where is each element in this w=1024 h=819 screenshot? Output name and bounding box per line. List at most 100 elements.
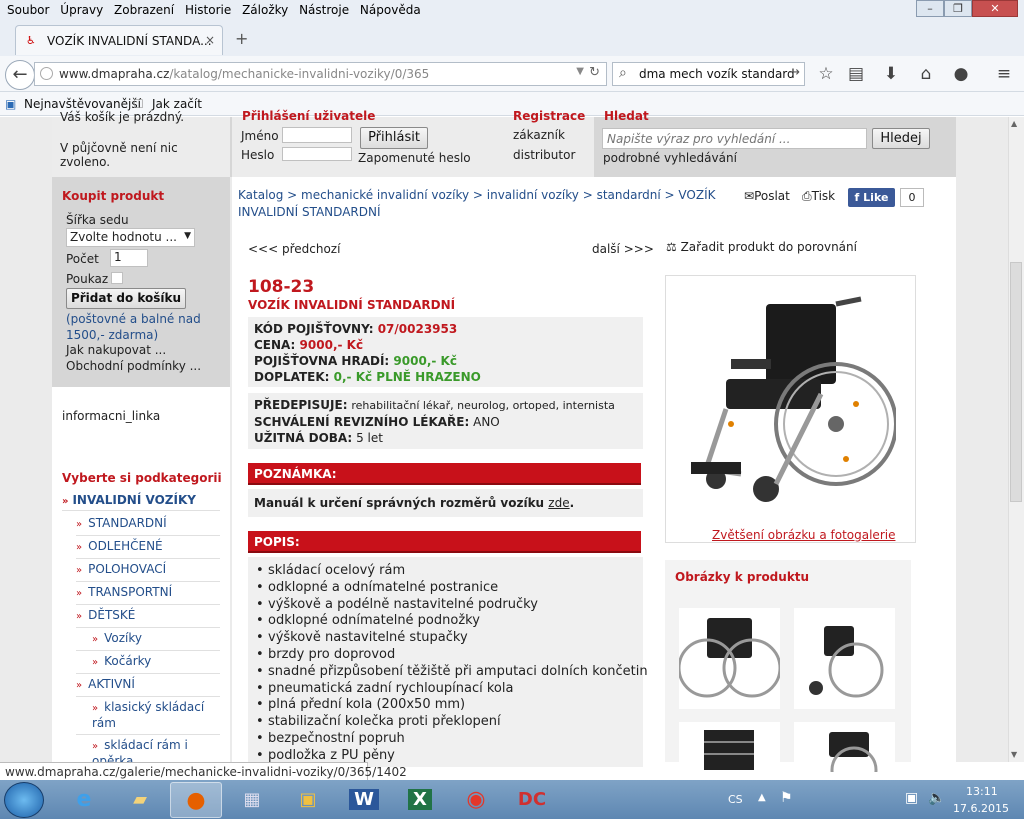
menu-view[interactable]: Zobrazení [114,0,174,17]
browser-search-input[interactable]: ⌕ dma mech vozík standard → [612,62,805,86]
send-link[interactable]: ✉Poslat [744,189,790,203]
menu-bookmarks[interactable]: Záložky [242,0,288,17]
volume-icon[interactable]: 🔈 [928,790,945,806]
register-customer-link[interactable]: zákazník [513,128,565,142]
back-button[interactable]: ← [5,60,35,90]
excel-icon[interactable]: X [394,782,446,818]
word-icon[interactable]: W [338,782,390,818]
envelope-icon: ✉ [744,189,755,203]
product-images-panel: Obrázky k produktu [665,560,911,772]
subcategory-label: klasický skládací rám [92,700,205,730]
scroll-up-icon[interactable]: ▲ [1011,119,1017,128]
site-search-button[interactable]: Hledej [872,128,930,149]
count-input[interactable]: 1 [110,249,148,267]
print-link[interactable]: ⎙Tisk [802,189,835,204]
clock-time[interactable]: 13:11 [966,785,998,798]
subcategory-item[interactable]: » Vozíky [76,628,220,651]
gallery-link[interactable]: Zvětšení obrázku a fotogalerie [712,528,895,542]
subcategory-item[interactable]: » ODLEHČENÉ [76,536,220,559]
bullet-icon: • [256,663,264,679]
info-panel: informacni_linka [52,387,230,447]
subcategory-title: Vyberte si podkategorii [62,471,222,485]
subcategory-item[interactable]: » klasický skládací rám [76,697,220,735]
menu-history[interactable]: Historie [185,0,231,17]
add-to-cart-button[interactable]: Přidat do košíku [66,288,186,309]
chat-icon[interactable]: ● [950,63,972,85]
bookmark-most-visited[interactable]: Nejnavštěvovanější [24,97,141,111]
action-center-icon[interactable]: ⚑ [780,790,793,806]
site-search-input[interactable] [602,128,867,149]
start-button[interactable] [4,782,44,818]
hamburger-menu-icon[interactable]: ≡ [993,63,1015,85]
reading-list-icon[interactable]: ▤ [845,63,867,85]
thumbnail-1[interactable] [677,608,782,709]
password-input[interactable] [282,147,352,161]
tab-close-icon[interactable]: × [205,33,215,47]
file-explorer-icon[interactable]: ▰ [114,782,166,818]
prescribes-row: PŘEDEPISUJE: rehabilitační lékař, neurol… [254,398,615,412]
chrome-icon[interactable]: ◉ [450,782,502,818]
download-icon[interactable]: ⬇ [880,63,902,85]
network-icon[interactable]: ▣ [905,790,918,806]
minimize-button[interactable]: – [916,0,944,17]
new-tab-button[interactable]: + [235,29,248,48]
forgot-password-link[interactable]: Zapomenuté heslo [358,151,471,165]
reload-icon[interactable]: ↻ [589,65,600,80]
language-indicator[interactable]: CS [728,793,743,806]
thumbnail-3[interactable] [679,722,780,772]
advanced-search-link[interactable]: podrobné vyhledávání [603,151,737,165]
subcategory-item[interactable]: » STANDARDNÍ [76,513,220,536]
tray-expand-icon[interactable]: ▲ [758,792,766,803]
url-dropdown-icon[interactable]: ▼ [576,66,584,77]
subcategory-item[interactable]: » TRANSPORTNÍ [76,582,220,605]
clock-date[interactable]: 17.6.2015 [953,802,1009,815]
subcategory-item[interactable]: » Kočárky [76,651,220,674]
firefox-icon[interactable]: ● [170,782,222,818]
app-icon[interactable]: DC [506,782,558,818]
url-bar[interactable]: www.dmapraha.cz/katalog/mechanicke-inval… [34,62,607,86]
calculator-icon[interactable]: ▦ [226,782,278,818]
browser-search-text: dma mech vozík standard [639,67,795,81]
name-input[interactable] [282,127,352,143]
breadcrumb[interactable]: Katalog > mechanické invalidní vozíky > … [238,187,728,221]
prev-product-link[interactable]: <<< předchozí [248,242,340,256]
subcategory-item[interactable]: » DĚTSKÉ [76,605,220,628]
window-controls: – ❐ ✕ [916,0,1018,18]
scrollbar-thumb[interactable] [1010,262,1022,502]
scroll-down-icon[interactable]: ▼ [1011,750,1017,759]
subcategory-item[interactable]: » POLOHOVACÍ [76,559,220,582]
wheelchair-image[interactable] [686,284,896,504]
menu-file[interactable]: Soubor [7,0,49,17]
close-window-button[interactable]: ✕ [972,0,1018,17]
thumbnail-4[interactable] [794,722,895,772]
voucher-checkbox[interactable] [111,272,123,284]
main-content: Katalog > mechanické invalidní vozíky > … [232,177,956,780]
subcategory-main[interactable]: » INVALIDNÍ VOZÍKY [62,493,220,511]
info-link[interactable]: informacni_linka [62,409,160,423]
internet-explorer-icon[interactable]: e [58,782,110,818]
product-code: 108-23 [248,277,315,297]
how-to-buy-link[interactable]: Jak nakupovat ... [66,343,166,357]
bookmark-star-icon[interactable]: ☆ [815,63,837,85]
maximize-button[interactable]: ❐ [944,0,972,17]
search-go-icon[interactable]: → [789,65,800,80]
thumbnail-2[interactable] [794,608,895,709]
register-distributor-link[interactable]: distributor [513,148,575,162]
facebook-like-button[interactable]: f Like [848,188,895,207]
contacts-icon[interactable]: ▣ [282,782,334,818]
next-product-link[interactable]: další >>> [592,242,654,256]
menu-tools[interactable]: Nástroje [299,0,349,17]
login-button[interactable]: Přihlásit [360,127,428,149]
manual-link[interactable]: zde [548,496,569,510]
compare-link[interactable]: ⚖ Zařadit produkt do porovnání [666,240,857,254]
note-box: Manuál k určení správných rozměrů vozíku… [248,489,643,517]
menu-edit[interactable]: Úpravy [60,0,103,17]
browser-tab[interactable]: ♿ VOZÍK INVALIDNÍ STANDA... × [15,25,223,55]
terms-link[interactable]: Obchodní podmínky ... [66,359,201,373]
seat-width-select[interactable]: Zvolte hodnotu ... ▼ [66,228,195,247]
menu-help[interactable]: Nápověda [360,0,421,17]
home-icon[interactable]: ⌂ [915,63,937,85]
bookmark-getting-started[interactable]: Jak začít [152,97,202,111]
subcategory-item[interactable]: » AKTIVNÍ [76,674,220,697]
arrow-icon: » [62,496,69,507]
